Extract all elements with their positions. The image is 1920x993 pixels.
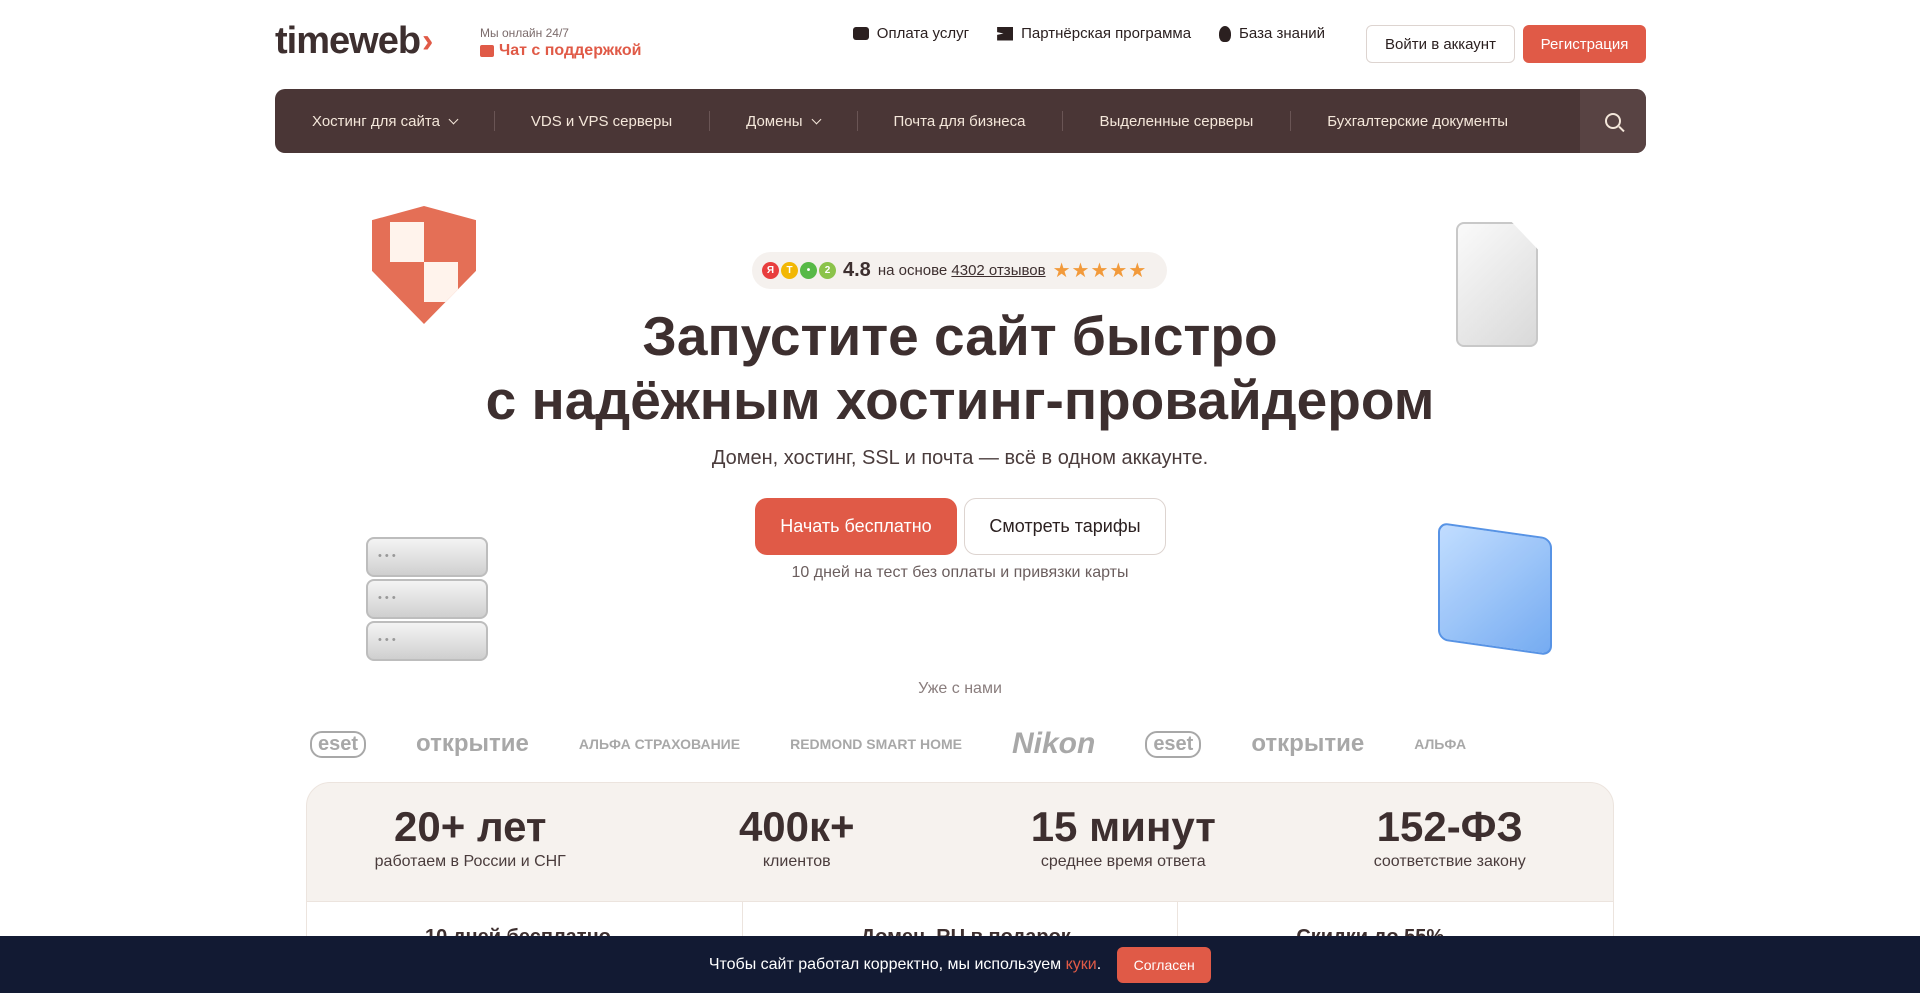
stat-item: 20+ лет работаем в России и СНГ bbox=[307, 783, 634, 901]
partner-logo-eset: eset bbox=[1145, 730, 1202, 758]
timeweb-logo[interactable]: timeweb › bbox=[275, 20, 433, 63]
stat-item: 15 минут среднее время ответа bbox=[960, 783, 1287, 901]
reviews-count-link[interactable]: 4302 отзывов bbox=[951, 262, 1045, 279]
hero-title-line1: Запустите сайт быстро bbox=[642, 305, 1278, 367]
chevron-down-icon bbox=[448, 114, 459, 124]
partner-logo-otkrytie: открытие bbox=[416, 730, 529, 757]
review-site-logo-icon: Т bbox=[781, 262, 798, 279]
stat-item: 400к+ клиентов bbox=[634, 783, 961, 901]
stat-label: соответствие закону bbox=[1373, 853, 1526, 870]
partners-logos: eset открытие АЛЬФА СТРАХОВАНИЕ REDMOND … bbox=[310, 722, 1614, 766]
partner-logo-nikon: Nikon bbox=[1011, 727, 1096, 760]
login-button[interactable]: Войти в аккаунт bbox=[1366, 25, 1515, 63]
support-block: Мы онлайн 24/7 Чат с поддержкой bbox=[480, 26, 642, 60]
cookie-dot: . bbox=[1096, 955, 1102, 973]
folder-icon bbox=[1438, 521, 1552, 657]
review-site-logo-icon: 2 bbox=[819, 262, 836, 279]
nav-item-dedicated[interactable]: Выделенные серверы bbox=[1062, 111, 1290, 131]
partner-logo-alfa: АЛЬФА СТРАХОВАНИЕ bbox=[578, 736, 741, 752]
stat-label: работаем в России и СНГ bbox=[374, 853, 566, 870]
logo-arrow-icon: › bbox=[422, 22, 433, 60]
nav-item-label: Бухгалтерские документы bbox=[1327, 112, 1509, 130]
stars-icon: ★★★★★ bbox=[1052, 260, 1148, 282]
stat-value: 400к+ bbox=[738, 803, 855, 850]
partner-logo-alfa: АЛЬФА bbox=[1414, 736, 1467, 752]
rating-text: на основе 4302 отзывов bbox=[878, 262, 1046, 279]
partners-title: Уже с нами bbox=[918, 680, 1002, 697]
cookie-banner: Чтобы сайт работал корректно, мы использ… bbox=[0, 936, 1920, 993]
nav-item-hosting[interactable]: Хостинг для сайта bbox=[275, 113, 494, 130]
review-sites-logos: Я Т • 2 bbox=[762, 262, 836, 279]
cookie-message: Чтобы сайт работал корректно, мы использ… bbox=[709, 956, 1101, 974]
nav-item-label: Хостинг для сайта bbox=[312, 112, 440, 130]
bulb-icon bbox=[1219, 25, 1232, 42]
wallet-icon bbox=[852, 27, 869, 40]
hero-title-line2: с надёжным хостинг-провайдером bbox=[485, 369, 1435, 431]
view-tariffs-button[interactable]: Смотреть тарифы bbox=[964, 498, 1166, 555]
stat-value: 152-ФЗ bbox=[1376, 803, 1523, 850]
stat-value: 15 минут bbox=[1030, 803, 1216, 850]
nav-item-label: Домены bbox=[746, 112, 803, 130]
review-site-logo-icon: • bbox=[800, 262, 817, 279]
stat-value: 20+ лет bbox=[394, 803, 547, 850]
stat-item: 152-ФЗ соответствие закону bbox=[1287, 783, 1614, 901]
nav-item-accounting[interactable]: Бухгалтерские документы bbox=[1290, 111, 1545, 131]
stats-panel: 20+ лет работаем в России и СНГ 400к+ кл… bbox=[306, 782, 1614, 902]
payment-link-label: Оплата услуг bbox=[876, 25, 970, 42]
trial-note: 10 дней на тест без оплаты и привязки ка… bbox=[791, 564, 1129, 581]
cookie-agree-button[interactable]: Согласен bbox=[1117, 946, 1212, 983]
page: timeweb › Мы онлайн 24/7 Чат с поддержкой… bbox=[0, 0, 1920, 993]
top-links: Оплата услуг Партнёрская программа База … bbox=[852, 25, 1325, 42]
cookie-link[interactable]: куки bbox=[1066, 956, 1097, 973]
yandex-logo-icon: Я bbox=[762, 262, 779, 279]
rating-badge[interactable]: Я Т • 2 4.8 на основе 4302 отзывов ★★★★★ bbox=[752, 252, 1167, 289]
partner-program-label: Партнёрская программа bbox=[1021, 25, 1192, 42]
hero-subtitle: Домен, хостинг, SSL и почта — всё в одно… bbox=[711, 447, 1209, 469]
rating-prefix: на основе bbox=[877, 262, 948, 279]
start-free-button[interactable]: Начать бесплатно bbox=[755, 498, 957, 555]
partner-logo-eset: eset bbox=[310, 730, 367, 758]
partner-icon bbox=[997, 26, 1014, 41]
main-nav: Хостинг для сайта VDS и VPS серверы Доме… bbox=[275, 89, 1646, 153]
nav-item-domains[interactable]: Домены bbox=[709, 111, 856, 131]
knowledge-base-link[interactable]: База знаний bbox=[1219, 25, 1325, 42]
support-chat-label: Чат с поддержкой bbox=[499, 42, 642, 59]
search-icon bbox=[1605, 113, 1621, 129]
nav-item-label: VDS и VPS серверы bbox=[530, 112, 673, 130]
logo-text: timeweb bbox=[275, 20, 421, 62]
rating-score: 4.8 bbox=[843, 259, 871, 281]
partner-program-link[interactable]: Партнёрская программа bbox=[997, 25, 1191, 42]
chat-icon bbox=[480, 45, 494, 57]
register-button[interactable]: Регистрация bbox=[1523, 25, 1646, 63]
nav-item-mail[interactable]: Почта для бизнеса bbox=[856, 111, 1063, 131]
nav-item-vds[interactable]: VDS и VPS серверы bbox=[493, 111, 709, 131]
payment-link[interactable]: Оплата услуг bbox=[852, 25, 970, 42]
stat-label: клиентов bbox=[762, 853, 831, 870]
partner-logo-redmond: REDMOND SMART HOME bbox=[790, 736, 962, 752]
search-button[interactable] bbox=[1580, 89, 1646, 153]
stat-label: среднее время ответа bbox=[1040, 853, 1206, 870]
online-text: Мы онлайн 24/7 bbox=[480, 26, 569, 40]
chevron-down-icon bbox=[811, 114, 821, 124]
nav-item-label: Почта для бизнеса bbox=[893, 112, 1026, 130]
server-icon bbox=[366, 537, 488, 663]
knowledge-base-label: База знаний bbox=[1239, 25, 1325, 42]
nav-item-label: Выделенные серверы bbox=[1099, 112, 1254, 130]
partner-logo-otkrytie: открытие bbox=[1251, 730, 1365, 757]
cookie-text: Чтобы сайт работал корректно, мы использ… bbox=[708, 955, 1062, 973]
support-chat-link[interactable]: Чат с поддержкой bbox=[480, 42, 642, 60]
